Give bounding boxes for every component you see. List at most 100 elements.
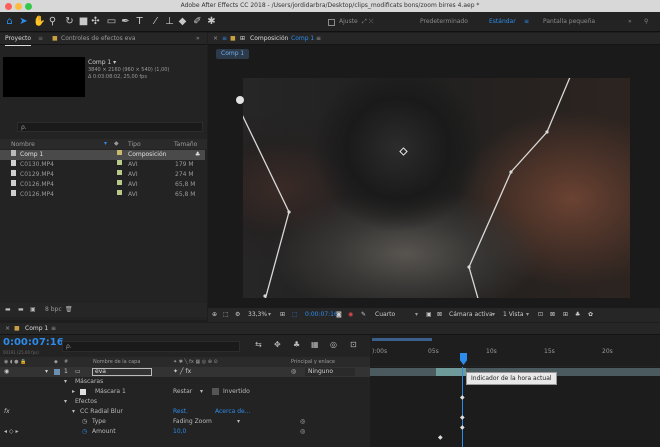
- project-item[interactable]: C0129.MP4 AVI 274 M: [0, 170, 205, 180]
- timeline-timecode[interactable]: 0:00:07:16: [3, 337, 64, 348]
- eraser-tool-icon[interactable]: ◆: [177, 16, 188, 28]
- tab-comp-name[interactable]: Comp 1: [291, 33, 314, 45]
- tab-menu-icon[interactable]: ≡: [51, 323, 56, 335]
- prop-amount-row[interactable]: ◂ ◇ ▸ ◷ Amount 10,0 ◎: [0, 427, 370, 437]
- transparency-grid-icon[interactable]: ⊠: [437, 308, 442, 322]
- mask-visibility-icon[interactable]: ⬚: [223, 308, 229, 322]
- parent-dropdown[interactable]: Ninguno: [305, 368, 355, 376]
- shy-layers-icon[interactable]: ♣: [293, 340, 300, 349]
- prop-amount-value[interactable]: 10,0: [173, 427, 186, 437]
- layer-row[interactable]: ◉ ▾ 1 ▭ eva ✦ ╱ fx ◎ Ninguno: [0, 367, 370, 377]
- comp-breadcrumb[interactable]: Comp 1: [216, 49, 250, 59]
- mask-mode-dropdown-icon[interactable]: ▾: [200, 387, 203, 397]
- mask-path[interactable]: [243, 78, 630, 298]
- mask-inverted-checkbox[interactable]: [212, 388, 219, 395]
- expand-layer-icon[interactable]: ▾: [45, 367, 48, 377]
- view-options-icon[interactable]: ⚙: [235, 308, 240, 322]
- anchor-point-icon[interactable]: [399, 147, 408, 156]
- flowchart-icon[interactable]: ♣: [195, 150, 200, 160]
- flowchart-icon[interactable]: ♣: [575, 308, 580, 322]
- timeline-search-input[interactable]: ρ.: [62, 341, 240, 352]
- layer-label-chip[interactable]: [54, 369, 60, 375]
- roto-brush-tool-icon[interactable]: ✐: [192, 16, 203, 28]
- col-parent[interactable]: Principal y enlace: [291, 357, 335, 367]
- keyframe-icon[interactable]: ◆: [438, 434, 443, 441]
- timeline-icon[interactable]: ⊞: [563, 308, 568, 322]
- workspace-standard[interactable]: Estándar: [489, 17, 516, 27]
- av-features-icon[interactable]: ◉ ◖ ● 🔒: [4, 357, 26, 367]
- tab-timeline-comp[interactable]: Comp 1: [25, 323, 48, 335]
- lock-icon[interactable]: ■: [230, 33, 236, 45]
- fast-previews-icon[interactable]: ⊠: [550, 308, 555, 322]
- pen-tool-icon[interactable]: ✒: [120, 16, 131, 28]
- always-preview-icon[interactable]: ⊕: [212, 308, 217, 322]
- expand-effects-icon[interactable]: ▾: [64, 397, 67, 407]
- expand-effect-icon[interactable]: ▾: [72, 407, 75, 417]
- camera-dropdown-icon[interactable]: ▾: [492, 308, 495, 322]
- prop-type-dropdown[interactable]: Fading Zoom: [173, 417, 212, 427]
- brush-tool-icon[interactable]: ⁄: [150, 16, 161, 28]
- prop-type-row[interactable]: ◷ Type Fading Zoom ▾ ◎: [0, 417, 370, 427]
- mask1-row[interactable]: ▸ Máscara 1 Restar ▾ Invertido: [0, 387, 370, 397]
- label-col-icon[interactable]: ◆: [114, 140, 119, 147]
- new-folder-icon[interactable]: ▬: [18, 303, 24, 317]
- rotate-tool-icon[interactable]: ↻: [64, 16, 75, 28]
- workspace-small-screen[interactable]: Pantalla pequeña: [543, 17, 595, 27]
- minimize-window-icon[interactable]: [15, 3, 22, 10]
- tab-menu-icon[interactable]: ≡: [316, 33, 321, 45]
- resolution-dropdown-icon[interactable]: ▾: [415, 308, 418, 322]
- show-channel-icon[interactable]: ◉: [348, 308, 353, 322]
- resolution-value[interactable]: Cuarto: [375, 308, 395, 322]
- current-time-indicator-line[interactable]: [462, 367, 463, 447]
- workspace-menu-icon[interactable]: ≡: [524, 17, 529, 27]
- label-col-icon[interactable]: ◆: [54, 357, 58, 367]
- color-picker-icon[interactable]: ✎: [361, 308, 366, 322]
- tab-project[interactable]: Proyecto: [5, 33, 32, 46]
- region-icon[interactable]: ⬚: [292, 308, 298, 322]
- expression-icon[interactable]: ◎: [300, 417, 305, 427]
- keyframe-nav-icon[interactable]: ◂ ◇ ▸: [4, 427, 18, 437]
- expand-mask1-icon[interactable]: ▸: [72, 387, 75, 397]
- camera-tool-icon[interactable]: ■: [78, 16, 89, 28]
- effects-group-row[interactable]: ▾ Efectos: [0, 397, 370, 407]
- frame-blending-icon[interactable]: ▦: [311, 340, 319, 349]
- layer-switches[interactable]: ✦ ╱ fx: [173, 367, 191, 377]
- more-workspaces-icon[interactable]: »: [628, 17, 632, 27]
- mask-color-chip[interactable]: [80, 389, 86, 395]
- masks-group-row[interactable]: ▾ Máscaras: [0, 377, 370, 387]
- keyframe-icon[interactable]: ◆: [460, 414, 465, 421]
- snapshot-icon[interactable]: ◙: [336, 308, 342, 322]
- zoom-tool-icon[interactable]: ⚲: [47, 16, 58, 28]
- col-size[interactable]: Tamaño: [174, 141, 197, 148]
- visibility-icon[interactable]: ◉: [4, 367, 9, 377]
- keyframe-icon[interactable]: ◆: [460, 424, 465, 431]
- mask-mode-dropdown[interactable]: Restar: [173, 387, 192, 397]
- toggle-pixel-aspect-icon[interactable]: ⊡: [538, 308, 543, 322]
- tab-effect-controls[interactable]: Controles de efectos eva: [61, 33, 136, 45]
- graph-editor-icon[interactable]: ⊡: [350, 340, 357, 349]
- zoom-value[interactable]: 33,3%: [248, 308, 267, 322]
- rectangle-tool-icon[interactable]: ▭: [106, 16, 117, 28]
- home-icon[interactable]: ⌂: [4, 16, 15, 28]
- draft-3d-icon[interactable]: ✥: [274, 340, 281, 349]
- close-window-icon[interactable]: [5, 3, 12, 10]
- zoom-dropdown-icon[interactable]: ▾: [268, 308, 271, 322]
- time-ruler[interactable]: ):00s 05s 10s 15s 20s: [370, 335, 660, 366]
- project-item[interactable]: C0130.MP4 AVI 179 M: [0, 160, 205, 170]
- expand-masks-icon[interactable]: ▾: [64, 377, 67, 387]
- expression-icon[interactable]: ◎: [300, 427, 305, 437]
- region-of-interest-icon[interactable]: ▣: [426, 308, 432, 322]
- comp-flowchart-icon[interactable]: ⇆: [255, 340, 262, 349]
- col-type[interactable]: Tipo: [128, 141, 141, 148]
- type-tool-icon[interactable]: T: [134, 16, 145, 28]
- close-tab-icon[interactable]: ×: [213, 33, 218, 45]
- exposure-icon[interactable]: ✿: [588, 308, 593, 322]
- keyframe-icon[interactable]: ◆: [460, 394, 465, 401]
- work-area-bar[interactable]: [372, 338, 432, 341]
- type-dropdown-icon[interactable]: ▾: [237, 417, 240, 427]
- bpc-label[interactable]: 8 bpc: [45, 303, 62, 317]
- selection-tool-icon[interactable]: ➤: [18, 16, 29, 28]
- pan-behind-tool-icon[interactable]: ✣: [90, 16, 101, 28]
- clone-stamp-tool-icon[interactable]: ⊥: [164, 16, 175, 28]
- comp-timecode[interactable]: 0:00:07:16: [305, 308, 338, 322]
